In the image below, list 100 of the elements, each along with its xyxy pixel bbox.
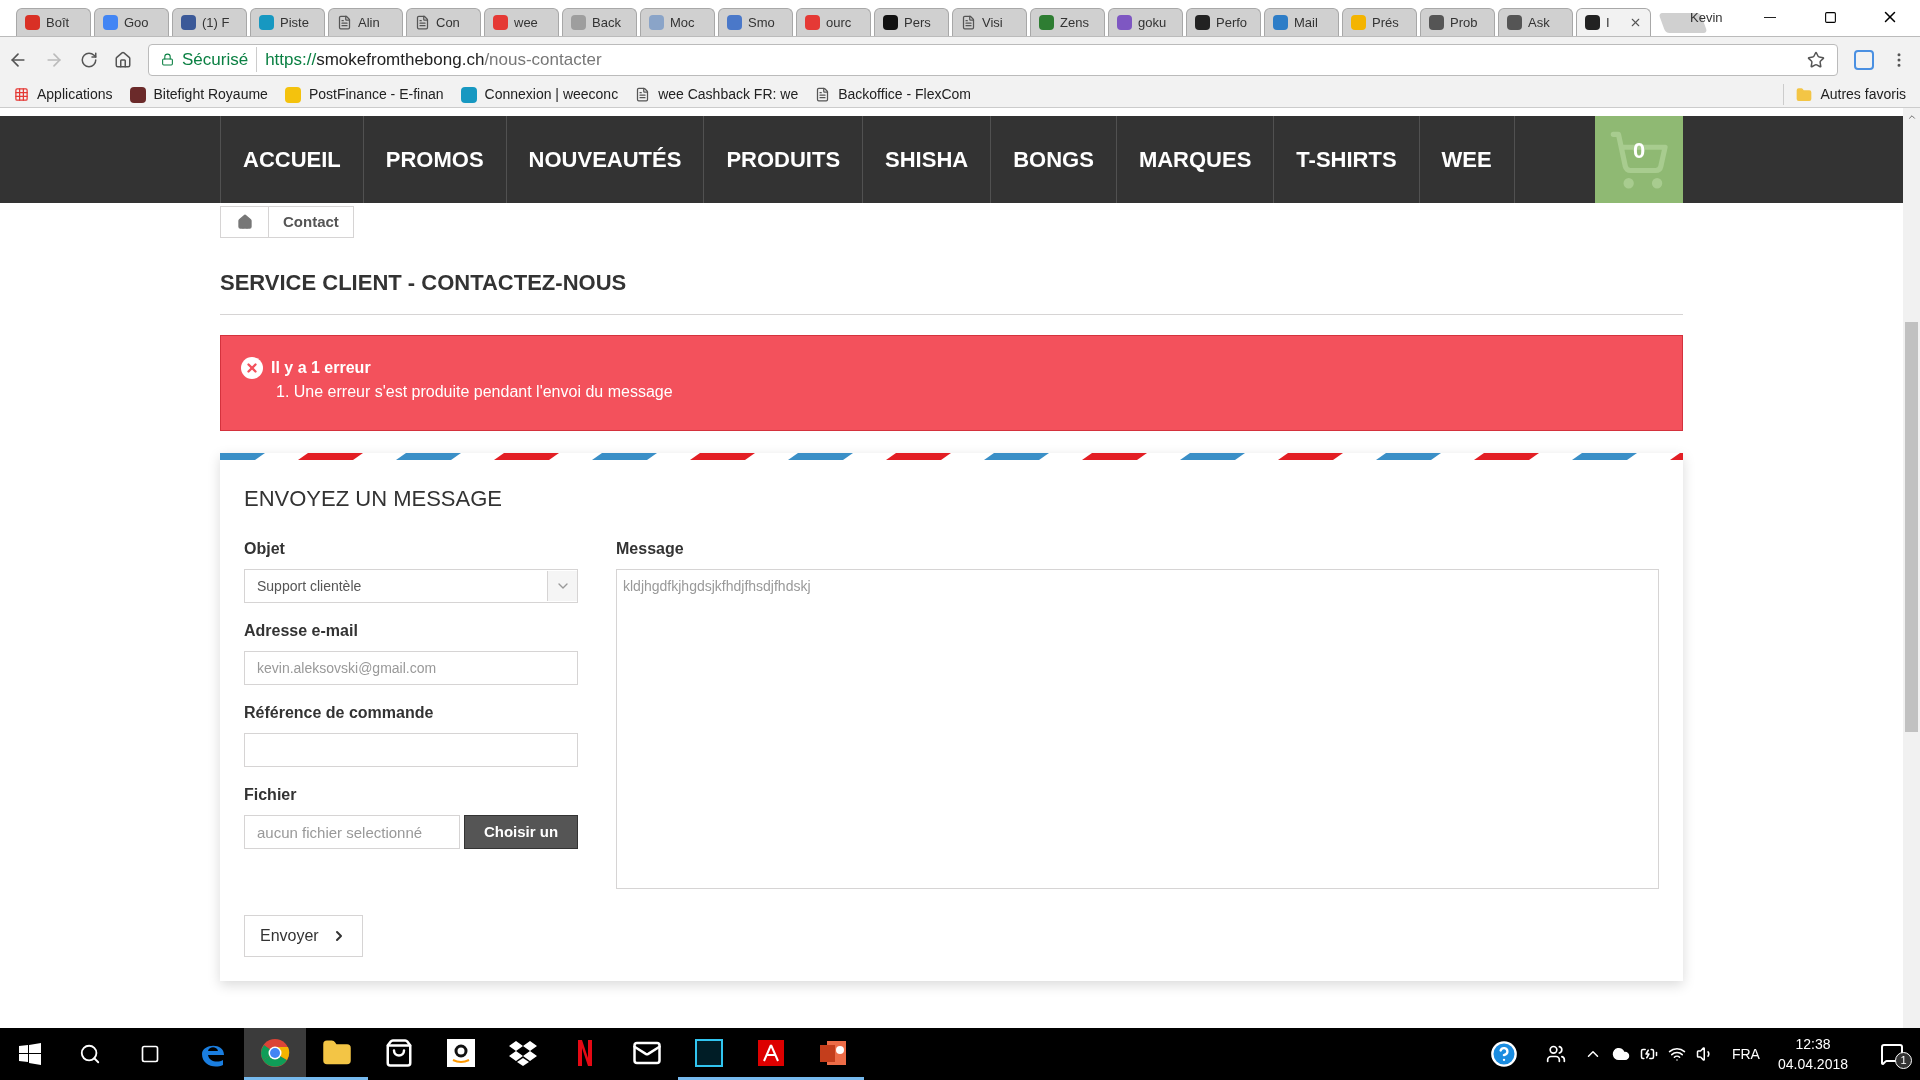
security-label: Sécurisé [182, 46, 258, 73]
browser-tab[interactable]: Alin [328, 8, 403, 36]
acrobat-icon [758, 1039, 784, 1066]
error-message: 1. Une erreur s'est produite pendant l'envoi du message [276, 382, 674, 402]
cart-count: 0 [1632, 137, 1646, 165]
browser-tab[interactable]: Goo [94, 8, 169, 36]
tab-title: Moc [670, 13, 695, 32]
chrome-icon [260, 1037, 290, 1068]
browser-tab[interactable]: Con [406, 8, 481, 36]
input-field[interactable] [244, 733, 578, 767]
favicon-icon [129, 86, 146, 103]
field-label: Message [616, 539, 685, 559]
tab-title: Con [436, 13, 460, 32]
people-icon[interactable] [1545, 1044, 1566, 1064]
nav-link[interactable]: ACCUEIL [220, 116, 363, 203]
tab-title: Smo [748, 13, 775, 32]
email-field[interactable]: kevin.aleksovski@gmail.com [244, 651, 578, 685]
nav-link[interactable]: PROMOS [362, 116, 506, 203]
tab-title: I [1606, 13, 1610, 32]
browser-tab[interactable]: goku [1108, 8, 1183, 36]
field-label: Adresse e-mail [244, 621, 359, 641]
bookmark-star-icon[interactable] [1807, 50, 1825, 69]
breadcrumb-item: Contact [282, 211, 340, 232]
nav-link[interactable]: MARQUES [1115, 116, 1274, 203]
windows-logo-icon[interactable] [19, 1043, 41, 1065]
powerpoint-icon [819, 1038, 847, 1067]
browser-tab[interactable]: (1) F [172, 8, 247, 36]
help-icon[interactable] [1489, 1040, 1518, 1068]
language-indicator[interactable]: FRA [1731, 1043, 1760, 1065]
favicon-icon [284, 86, 301, 103]
favicon-icon [460, 86, 477, 103]
browser-tab[interactable]: Boît [16, 8, 91, 36]
error-icon [241, 357, 263, 379]
favicon-icon [1585, 15, 1600, 30]
tab-title: Perfo [1216, 13, 1248, 32]
browser-tab[interactable]: Ask [1498, 8, 1573, 36]
file-name-field[interactable]: aucun fichier selectionné [244, 815, 460, 849]
lock-icon [161, 53, 174, 66]
search-icon[interactable] [79, 1043, 101, 1065]
page-icon [815, 87, 831, 102]
choose-file-button[interactable]: Choisir un [464, 815, 578, 849]
nav-link[interactable]: BONGS [990, 116, 1116, 203]
bookmark-item[interactable]: Connexion | weeconc [460, 84, 619, 105]
home-icon[interactable] [114, 50, 132, 69]
browser-tab[interactable]: I [1576, 8, 1651, 36]
browser-tab[interactable]: Smo [718, 8, 793, 36]
browser-tab[interactable]: Mail [1264, 8, 1339, 36]
favicon-icon [571, 15, 586, 30]
browser-tab[interactable]: Prob [1420, 8, 1495, 36]
notifications-icon[interactable] [1880, 1042, 1904, 1066]
bookmark-item[interactable]: wee Cashback FR: we [635, 84, 799, 105]
task-view-icon[interactable] [140, 1044, 160, 1064]
dropbox-icon [508, 1038, 538, 1067]
page-icon [635, 87, 651, 102]
browser-tab[interactable]: Pers [874, 8, 949, 36]
taskbar-app[interactable] [244, 1028, 306, 1080]
browser-tab[interactable]: wee [484, 8, 559, 36]
other-bookmarks[interactable]: Autres favoris [1783, 84, 1906, 105]
subject-select[interactable]: Support clientèle [244, 569, 578, 603]
address-bar[interactable]: Sécurisé https://smokefromthebong.ch/nous-contacter [148, 43, 1838, 76]
browser-tab[interactable]: Perfo [1186, 8, 1261, 36]
profile-name[interactable]: Kevin [1690, 8, 1723, 28]
nav-link[interactable]: T-SHIRTS [1273, 116, 1419, 203]
folder-icon [1796, 86, 1813, 103]
browser-tab[interactable]: Back [562, 8, 637, 36]
close-tab-icon[interactable] [1629, 16, 1642, 29]
favicon-icon [805, 15, 820, 30]
nav-link[interactable]: PRODUITS [703, 116, 863, 203]
bookmark-item[interactable]: Bitefight Royaume [129, 84, 268, 105]
favicon-icon [493, 15, 508, 30]
nav-link[interactable]: WEE [1418, 116, 1514, 203]
browser-tab[interactable]: Piste [250, 8, 325, 36]
reload-icon[interactable] [80, 50, 98, 69]
nav-link[interactable]: SHISHA [862, 116, 991, 203]
clock[interactable]: 12:38 04.04.2018 [1777, 1034, 1848, 1074]
scrollbar[interactable] [1903, 108, 1920, 1028]
bookmark-item[interactable]: Applications [14, 84, 113, 105]
browser-tab[interactable]: Prés [1342, 8, 1417, 36]
bookmark-item[interactable]: PostFinance - E-finan [284, 84, 444, 105]
browser-tab[interactable]: Visi [952, 8, 1027, 36]
tab-title: goku [1138, 13, 1167, 32]
scroll-up-icon[interactable] [1906, 112, 1917, 122]
tab-title: Alin [358, 13, 380, 32]
tab-title: Back [592, 13, 621, 32]
wifi-icon[interactable] [1667, 1045, 1686, 1063]
page-icon [337, 15, 352, 30]
nav-link[interactable]: NOUVEAUTÉS [505, 116, 704, 203]
favicon-icon [1429, 15, 1444, 30]
send-button[interactable]: Envoyer [244, 915, 363, 957]
browser-tab[interactable]: Zens [1030, 8, 1105, 36]
bookmark-item[interactable]: Backoffice - FlexCom [815, 84, 971, 105]
tab-title: Mail [1294, 13, 1318, 32]
field-label: Objet [244, 539, 286, 559]
tab-title: Visi [982, 13, 1003, 32]
browser-tab[interactable]: Moc [640, 8, 715, 36]
favicon-icon [883, 15, 898, 30]
browser-tab[interactable]: ourc [796, 8, 871, 36]
cloud-icon[interactable] [1611, 1045, 1630, 1063]
favicon-icon [1117, 15, 1132, 30]
page-title: SERVICE CLIENT - CONTACTEZ-NOUS [220, 266, 1683, 315]
